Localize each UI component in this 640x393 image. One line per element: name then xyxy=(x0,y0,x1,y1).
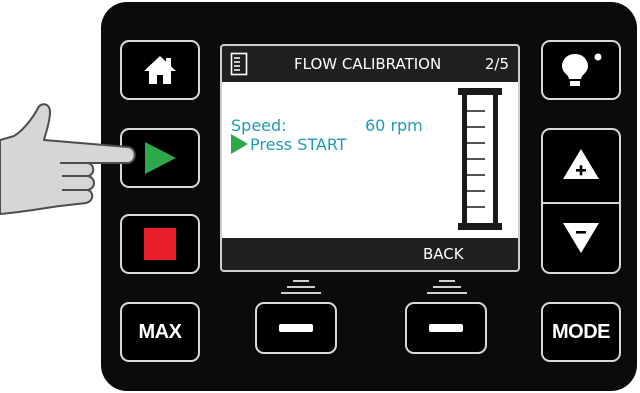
down-button[interactable] xyxy=(541,202,621,274)
up-plus-icon xyxy=(563,149,599,179)
soft-key-left-indicator xyxy=(275,280,327,300)
back-softkey-label: BACK xyxy=(423,245,464,263)
pointing-hand-icon xyxy=(0,103,136,215)
prompt-play-icon xyxy=(231,134,248,154)
screen-header: FLOW CALIBRATION 2/5 xyxy=(222,46,518,82)
stop-button[interactable] xyxy=(120,214,200,274)
page-indicator: 2/5 xyxy=(484,55,509,73)
max-button[interactable]: MAX xyxy=(120,302,200,362)
soft-key-right-indicator xyxy=(421,280,473,300)
mode-label: MODE xyxy=(552,320,611,343)
cylinder-graphic xyxy=(458,88,502,230)
soft-key-right[interactable] xyxy=(405,302,487,354)
measuring-cylinder-icon xyxy=(230,52,248,76)
minus-icon xyxy=(279,324,313,332)
home-icon xyxy=(144,56,176,84)
soft-key-left[interactable] xyxy=(255,302,337,354)
stop-icon xyxy=(144,228,176,260)
prompt-text: Press START xyxy=(250,135,347,154)
speed-value: 60 rpm xyxy=(365,116,423,135)
light-button[interactable] xyxy=(541,40,621,100)
down-minus-icon xyxy=(563,223,599,253)
max-label: MAX xyxy=(138,320,182,343)
screen-title: FLOW CALIBRATION xyxy=(294,55,442,73)
play-icon xyxy=(145,142,176,174)
screen-footer: BACK xyxy=(222,238,518,270)
display-screen: FLOW CALIBRATION 2/5 Speed: 60 rpm Press… xyxy=(220,44,520,272)
speed-label: Speed: xyxy=(231,116,287,135)
up-button[interactable] xyxy=(541,128,621,200)
minus-icon xyxy=(429,324,463,332)
lightbulb-icon xyxy=(562,53,602,86)
mode-button[interactable]: MODE xyxy=(541,302,621,362)
home-button[interactable] xyxy=(120,40,200,100)
